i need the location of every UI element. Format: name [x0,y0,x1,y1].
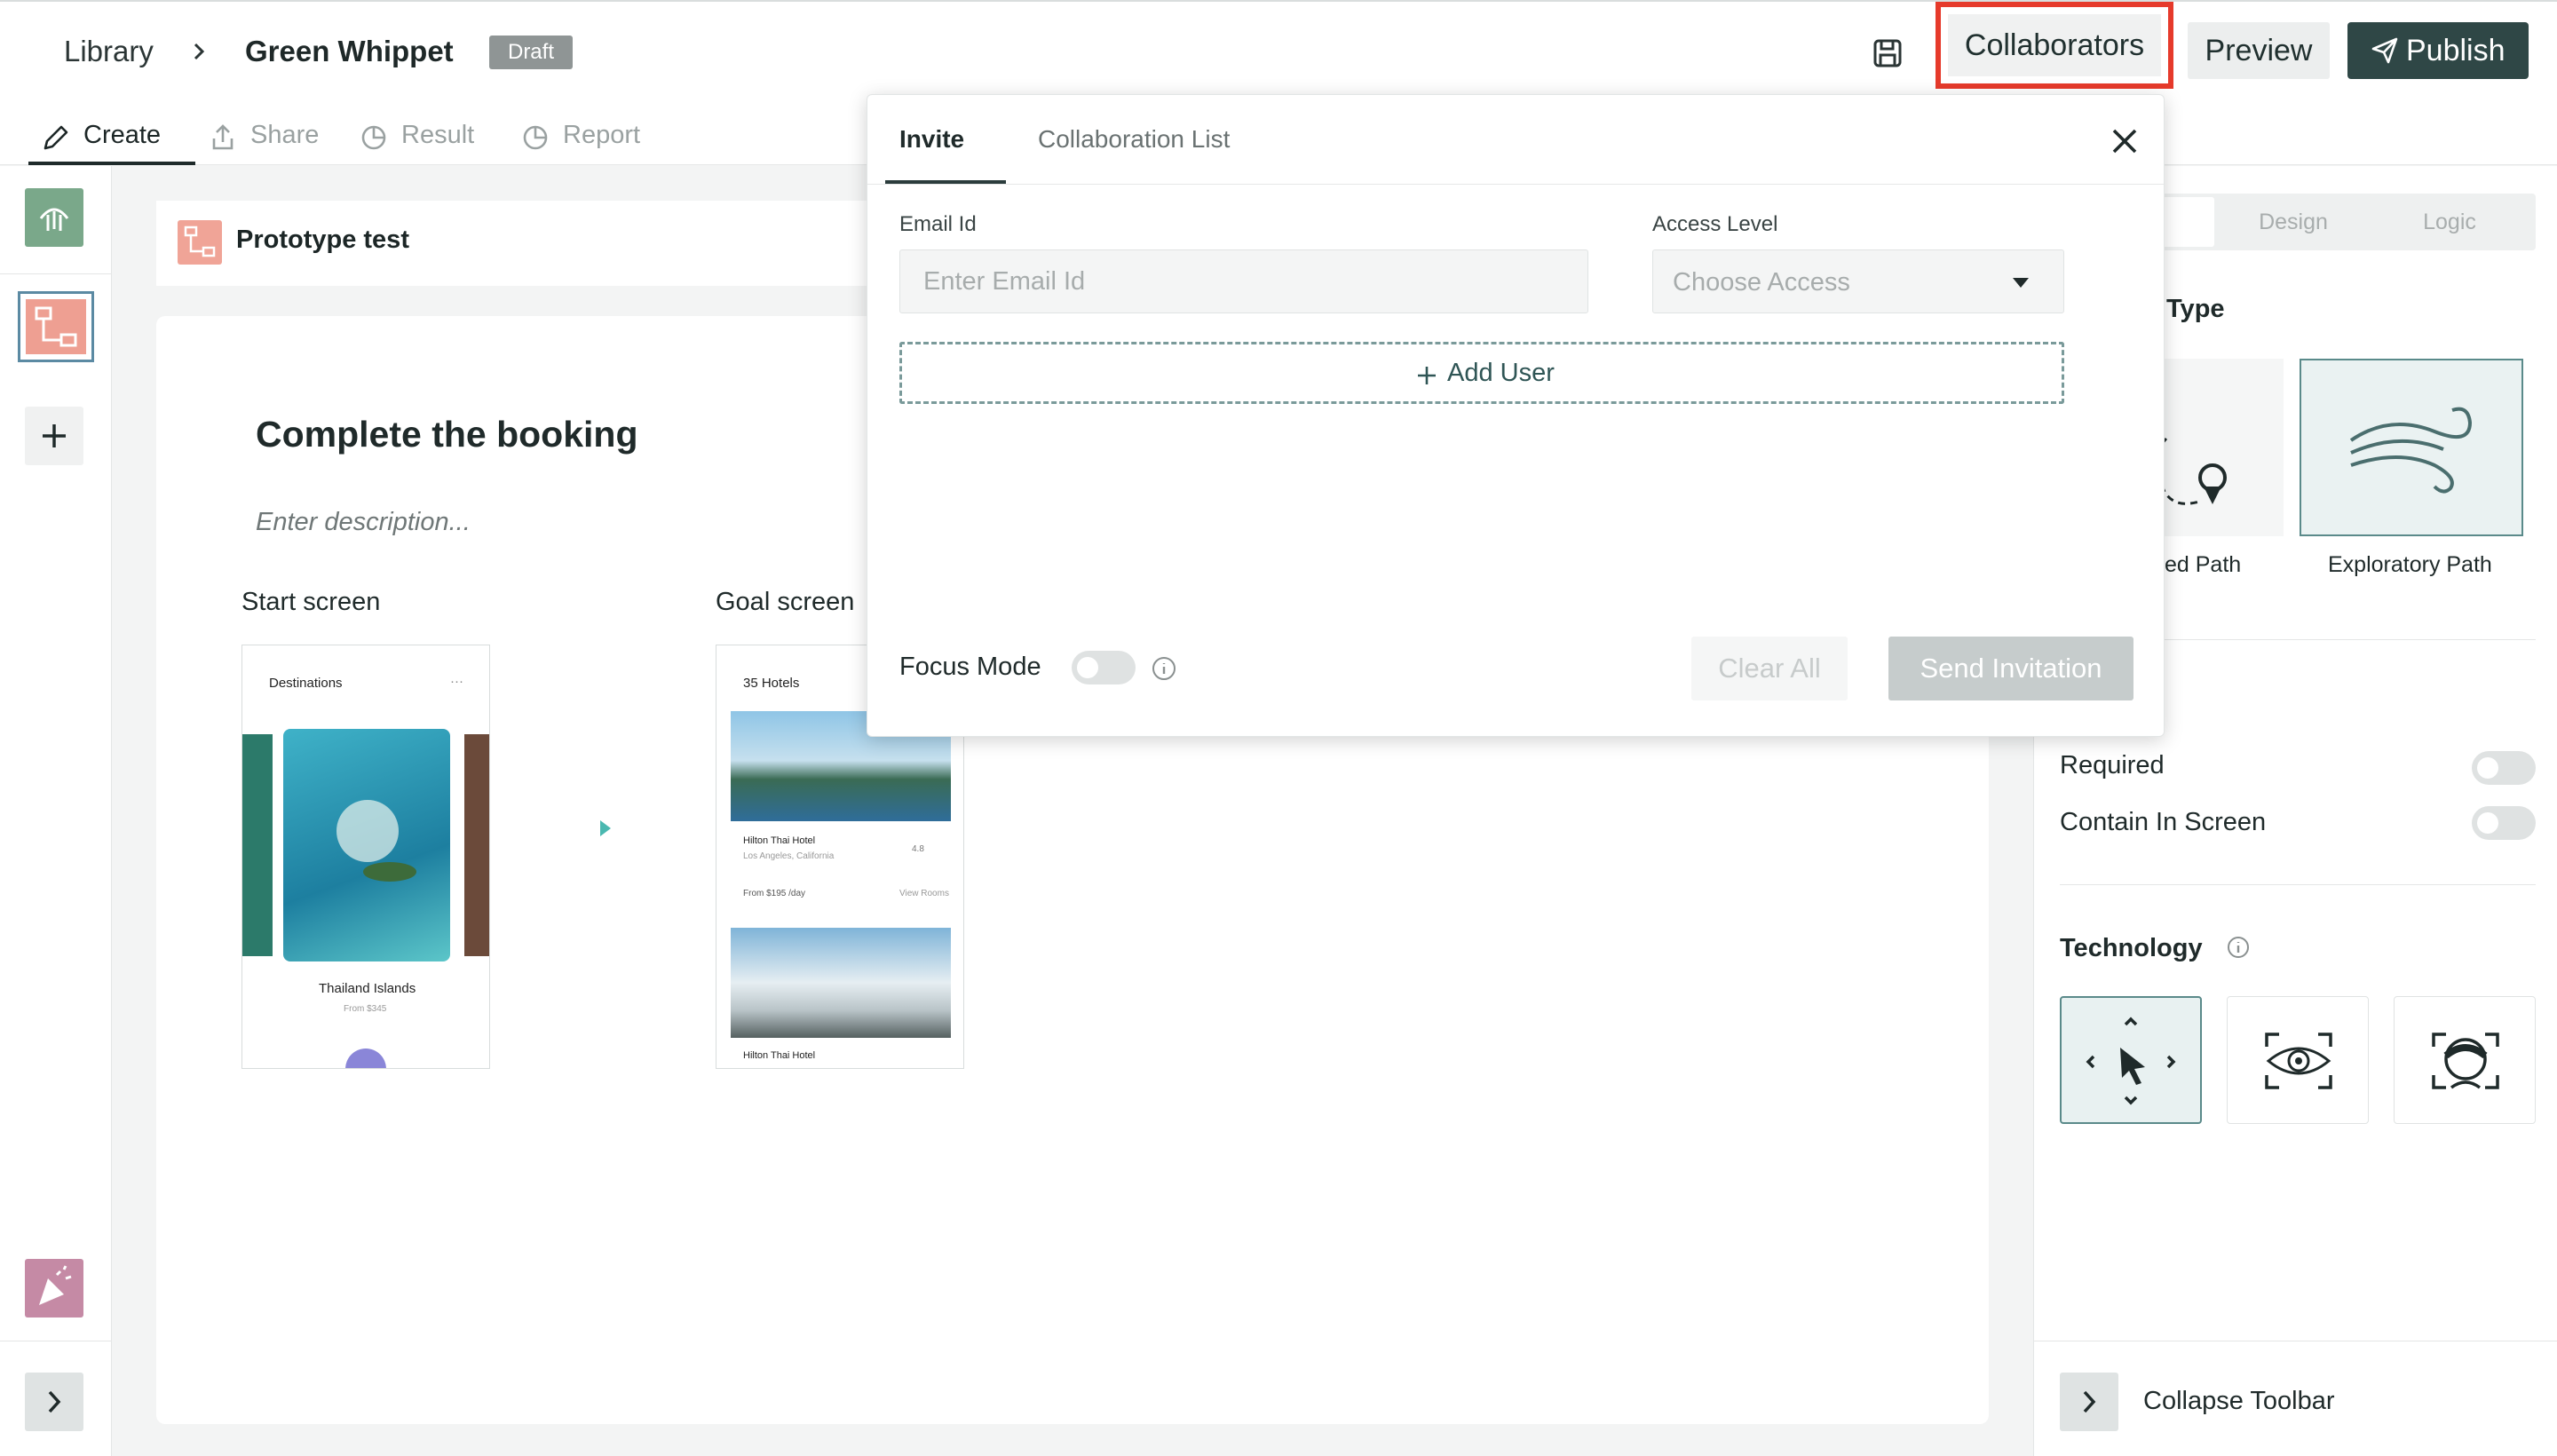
collapse-toolbar-button[interactable] [2060,1373,2118,1431]
caret-down-icon [2013,278,2029,288]
expand-rail-button[interactable] [25,1373,83,1431]
email-label: Email Id [899,212,977,236]
contain-in-screen-label: Contain In Screen [2060,808,2267,836]
collaborators-button[interactable]: Collaborators [1936,2,2173,89]
focus-mode-toggle[interactable] [1072,651,1136,684]
eye-icon [2265,1033,2332,1089]
pie-chart-icon [523,125,548,150]
divider [2060,884,2536,885]
question-title[interactable]: Complete the booking [256,414,638,455]
breadcrumb-library[interactable]: Library [64,32,154,71]
type-heading: Type [2166,295,2225,323]
required-toggle[interactable] [2472,751,2536,785]
status-badge: Draft [489,36,573,69]
wind-icon [2349,407,2473,494]
thumb-caption: Thailand Islands [319,981,416,996]
collaborators-label: Collaborators [1948,14,2161,76]
eye-tracking-option[interactable] [2227,996,2369,1124]
rail-divider [0,273,112,274]
share-icon [212,124,234,150]
tab-design[interactable]: Design [2218,194,2369,250]
start-screen-label: Start screen [241,588,381,616]
prototype-block-icon [178,220,222,265]
focus-mode-label: Focus Mode [899,653,1041,681]
thumb-header: Destinations [269,676,343,691]
tab-collaboration-list[interactable]: Collaboration List [1038,125,1230,154]
click-tracking-option[interactable] [2060,996,2202,1124]
pencil-icon [44,125,68,150]
info-icon[interactable] [2227,936,2250,959]
welcome-block-icon[interactable] [25,188,83,247]
thumb-sub: From $345 [344,1004,387,1014]
plus-icon [1418,367,1436,384]
collapse-toolbar-label[interactable]: Collapse Toolbar [2143,1387,2335,1416]
hotel-image-2 [731,928,951,1038]
exploratory-path-option[interactable] [2300,359,2523,536]
close-icon[interactable] [2109,125,2141,157]
defined-path-label: ed Path [2165,552,2242,577]
arrow-right-icon [597,817,614,840]
access-level-value: Choose Access [1673,268,1850,297]
publish-button[interactable]: Publish [2347,22,2529,79]
save-icon[interactable] [1872,37,1904,69]
preview-button[interactable]: Preview [2188,22,2330,79]
chevron-right-icon [2083,1390,2096,1413]
exploratory-path-label: Exploratory Path [2328,552,2492,577]
pie-chart-icon [361,125,386,150]
tab-invite[interactable]: Invite [899,125,964,154]
prototype-block-icon[interactable] [18,291,94,362]
access-level-label: Access Level [1652,212,1778,236]
add-user-label: Add User [1447,359,1555,387]
face-scan-icon [2432,1033,2499,1089]
cursor-move-icon [2086,1017,2176,1105]
block-title: Prototype test [236,226,409,254]
required-label: Required [2060,751,2165,779]
send-icon [2371,37,2398,64]
access-level-select[interactable]: Choose Access [1652,249,2064,313]
email-input[interactable] [899,249,1588,313]
chevron-right-icon [190,34,210,69]
island-image [283,729,450,961]
project-name[interactable]: Green Whippet [245,32,454,71]
chevron-right-icon [48,1390,61,1413]
start-screen-thumbnail[interactable]: Destinations ··· Thailand Islands From $… [241,645,490,1069]
goal-screen-label: Goal screen [716,588,855,616]
info-icon[interactable] [1152,656,1176,681]
contain-in-screen-toggle[interactable] [2472,806,2536,840]
add-user-button[interactable]: Add User [899,342,2064,404]
active-tab-indicator [28,162,195,165]
thumb-header: 35 Hotels [743,676,800,691]
collaborators-modal: Invite Collaboration List Email Id Acces… [867,94,2165,737]
description-field[interactable]: Enter description... [256,508,471,537]
tab-logic[interactable]: Logic [2374,194,2525,250]
thank-you-block-icon[interactable] [25,1259,83,1318]
divider [867,184,2164,185]
send-invitation-button[interactable]: Send Invitation [1888,637,2133,700]
add-block-button[interactable] [25,407,83,465]
face-tracking-option[interactable] [2394,996,2536,1124]
clear-all-button[interactable]: Clear All [1691,637,1848,700]
publish-label: Publish [2406,34,2506,67]
technology-heading: Technology [2060,934,2203,962]
